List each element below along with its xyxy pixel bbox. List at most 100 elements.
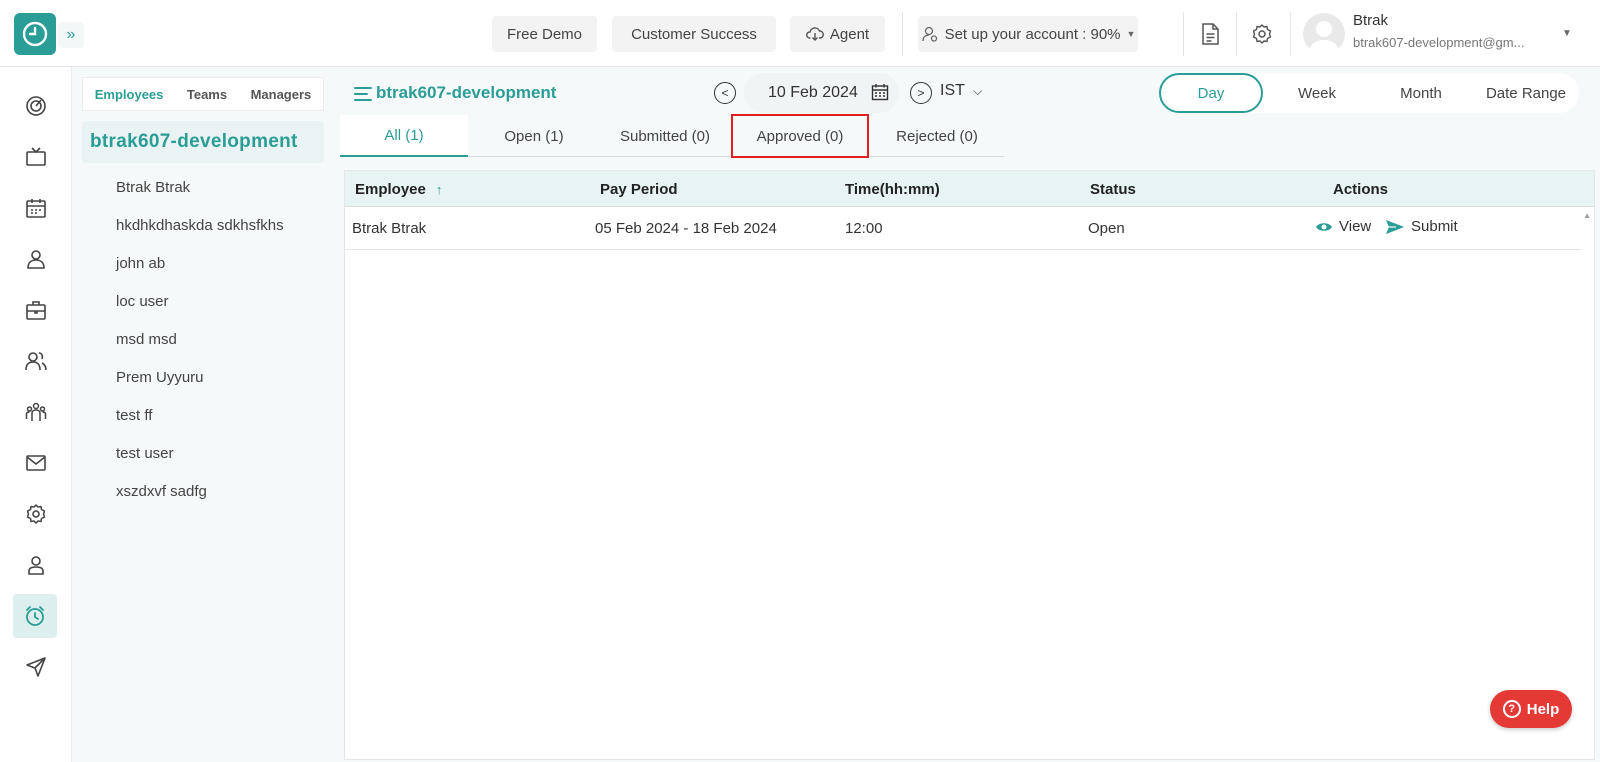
cloud-download-icon: [805, 27, 824, 41]
employee-item[interactable]: loc user: [116, 283, 284, 321]
main-content: btrak607-development < 10 Feb 2024 > IST…: [334, 67, 1600, 762]
free-demo-button[interactable]: Free Demo: [492, 16, 597, 52]
employee-item[interactable]: Btrak Btrak: [116, 169, 284, 207]
menu-icon[interactable]: [354, 85, 372, 103]
column-time: Time(hh:mm): [845, 181, 940, 198]
tv-icon[interactable]: [21, 142, 51, 172]
timesheet-table: Employee ↑ Pay Period Time(hh:mm) Status …: [344, 170, 1595, 760]
view-button[interactable]: View: [1315, 218, 1371, 235]
range-day-button[interactable]: Day: [1159, 73, 1263, 113]
column-actions: Actions: [1333, 181, 1389, 198]
clock-logo-icon: [22, 21, 48, 47]
divider: [1183, 12, 1184, 56]
tab-all[interactable]: All (1): [340, 115, 468, 157]
send-icon[interactable]: [21, 652, 51, 682]
calendar-icon[interactable]: [21, 193, 51, 223]
team-name[interactable]: btrak607-development: [82, 121, 324, 163]
chevron-down-icon: ⌵: [973, 84, 983, 98]
chevron-left-icon: <: [721, 86, 729, 100]
range-selector: Day Week Month Date Range: [1159, 73, 1579, 113]
page-title: btrak607-development: [376, 83, 557, 102]
cell-pay-period: 05 Feb 2024 - 18 Feb 2024: [595, 220, 777, 237]
range-date-range-button[interactable]: Date Range: [1473, 73, 1579, 113]
users-icon[interactable]: [21, 346, 51, 376]
question-icon: ?: [1502, 700, 1521, 718]
status-tabs: All (1) Open (1) Submitted (0) Approved …: [340, 114, 1004, 158]
cell-status: Open: [1088, 220, 1125, 237]
eye-icon: [1316, 222, 1332, 231]
caret-down-icon: ▼: [1126, 29, 1136, 39]
divider: [1290, 12, 1291, 56]
scroll-up-icon[interactable]: ▲: [1583, 211, 1591, 220]
employee-item[interactable]: msd msd: [116, 321, 284, 359]
briefcase-icon[interactable]: [21, 295, 51, 325]
cell-employee: Btrak Btrak: [352, 220, 427, 237]
sort-ascending-icon[interactable]: ↑: [436, 182, 443, 197]
user-settings-icon: [921, 26, 937, 42]
agent-label: Agent: [829, 25, 870, 43]
date-value: 10 Feb 2024: [768, 84, 858, 101]
send-icon: [1386, 219, 1404, 234]
gear-icon[interactable]: [1248, 20, 1276, 48]
employee-item[interactable]: test user: [116, 435, 284, 473]
user-name: Btrak: [1353, 12, 1389, 29]
top-bar: » Free Demo Customer Success Agent Set u…: [0, 0, 1600, 67]
profile-badge-icon[interactable]: [21, 550, 51, 580]
avatar[interactable]: [1303, 13, 1345, 55]
expand-sidebar-icon[interactable]: »: [58, 22, 84, 48]
free-demo-label: Free Demo: [506, 25, 583, 43]
next-date-button[interactable]: >: [910, 82, 932, 104]
timezone-value: IST: [940, 82, 965, 99]
agent-button[interactable]: Agent: [790, 16, 885, 52]
customer-success-label: Customer Success: [631, 25, 757, 43]
employee-item[interactable]: xszdxvf sadfg: [116, 473, 284, 511]
document-icon[interactable]: [1196, 20, 1224, 48]
user-email: btrak607-development@gm...: [1353, 35, 1525, 50]
tab-employees[interactable]: Employees: [95, 87, 164, 102]
timezone-select[interactable]: IST ⌵: [940, 82, 982, 100]
user-icon[interactable]: [21, 244, 51, 274]
employee-filter-tabs: Employees Teams Managers: [82, 77, 324, 111]
tab-approved[interactable]: Approved (0): [731, 114, 869, 158]
column-pay-period: Pay Period: [600, 181, 678, 198]
user-menu-caret-icon[interactable]: ▼: [1562, 28, 1572, 39]
employee-item[interactable]: john ab: [116, 245, 284, 283]
help-button[interactable]: ? Help: [1490, 690, 1572, 728]
customer-success-button[interactable]: Customer Success: [612, 16, 776, 52]
chevron-right-icon: >: [917, 86, 925, 100]
tab-teams[interactable]: Teams: [187, 87, 227, 102]
tab-submitted[interactable]: Submitted (0): [600, 115, 730, 157]
setup-account-button[interactable]: Set up your account : 90% ▼: [918, 16, 1138, 52]
submit-label: Submit: [1411, 218, 1458, 235]
column-status: Status: [1090, 181, 1136, 198]
tab-managers[interactable]: Managers: [251, 87, 312, 102]
tab-open[interactable]: Open (1): [468, 115, 600, 157]
icon-rail: [0, 67, 72, 762]
table-header: Employee ↑ Pay Period Time(hh:mm) Status …: [345, 171, 1594, 207]
divider: [1236, 12, 1237, 56]
mail-icon[interactable]: [21, 448, 51, 478]
timesheet-alarm-icon[interactable]: [13, 594, 57, 638]
column-employee-label: Employee: [355, 181, 426, 198]
table-row[interactable]: Btrak Btrak 05 Feb 2024 - 18 Feb 2024 12…: [345, 208, 1581, 250]
range-month-button[interactable]: Month: [1371, 73, 1471, 113]
range-week-button[interactable]: Week: [1267, 73, 1367, 113]
employee-item[interactable]: hkdhkdhaskda sdkhsfkhs: [116, 207, 284, 245]
tab-rejected[interactable]: Rejected (0): [870, 115, 1004, 157]
employees-panel: Employees Teams Managers btrak607-develo…: [72, 67, 334, 762]
divider: [902, 12, 903, 56]
date-picker[interactable]: 10 Feb 2024: [744, 73, 899, 113]
help-label: Help: [1526, 700, 1560, 718]
employee-item[interactable]: Prem Uyyuru: [116, 359, 284, 397]
employee-item[interactable]: test ff: [116, 397, 284, 435]
dashboard-icon[interactable]: [21, 91, 51, 121]
column-employee[interactable]: Employee ↑: [355, 181, 442, 198]
calendar-icon[interactable]: [871, 83, 889, 101]
view-label: View: [1339, 218, 1372, 235]
previous-date-button[interactable]: <: [714, 82, 736, 104]
cell-time: 12:00: [845, 220, 883, 237]
app-logo[interactable]: [14, 13, 56, 55]
submit-button[interactable]: Submit: [1385, 218, 1458, 235]
team-icon[interactable]: [21, 397, 51, 427]
settings-icon[interactable]: [21, 499, 51, 529]
